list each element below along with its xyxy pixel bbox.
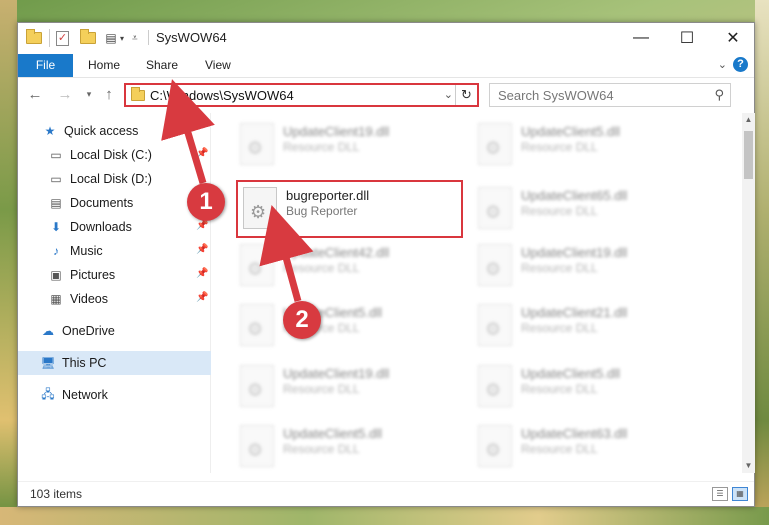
annotation-arrows bbox=[161, 79, 314, 302]
arrow-to-address-bar bbox=[161, 79, 215, 185]
step-badge-2: 2 bbox=[283, 301, 321, 339]
arrow-to-file bbox=[259, 205, 314, 302]
step-badge-1: 1 bbox=[187, 183, 225, 221]
